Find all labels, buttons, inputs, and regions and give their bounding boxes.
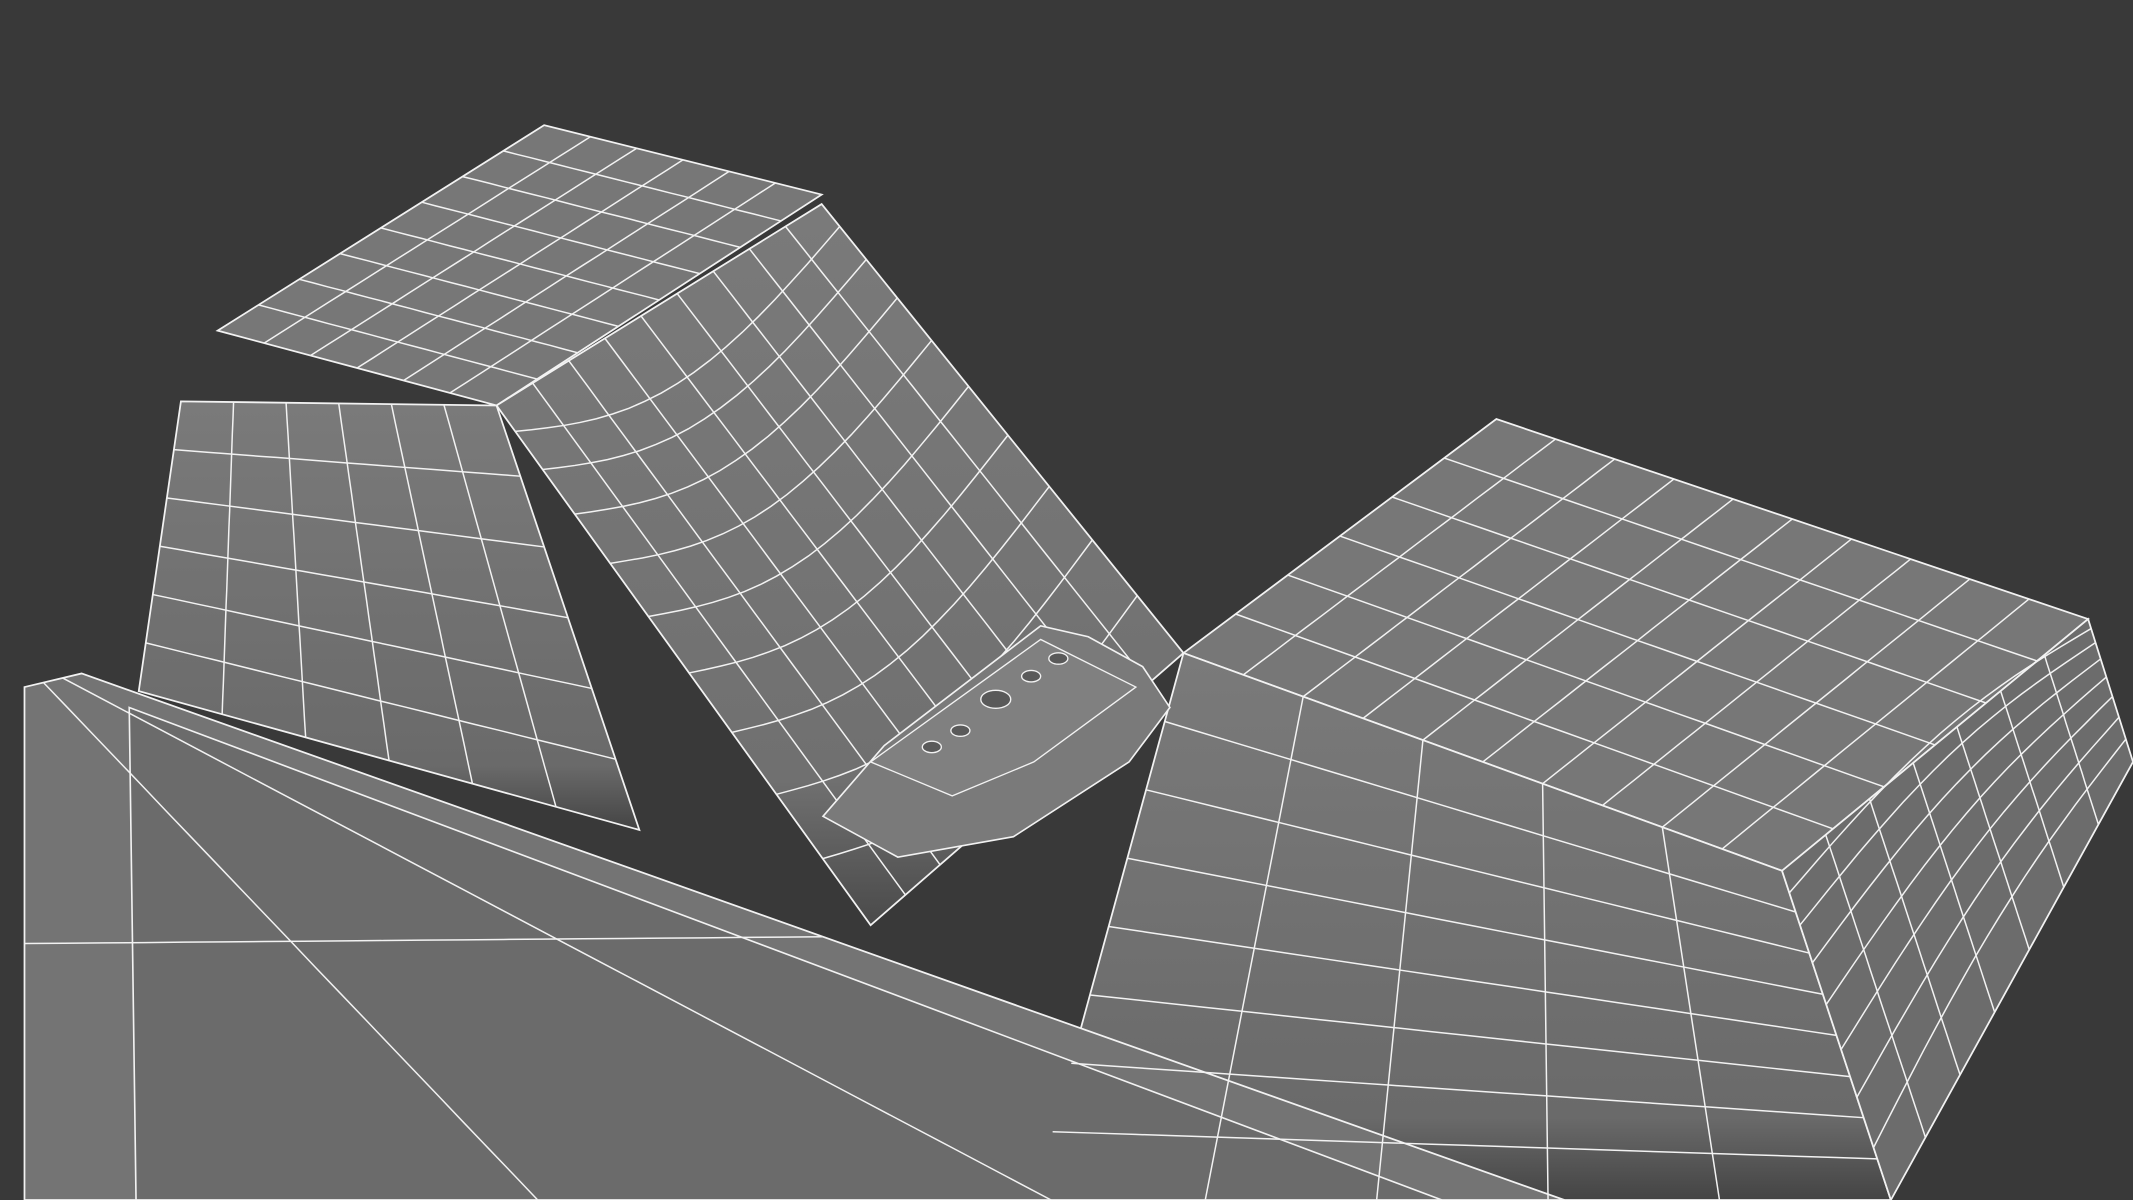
pedestal-hole: [1048, 652, 1069, 665]
pedestal-hole: [1020, 669, 1042, 683]
wireframe-render: [0, 0, 2133, 1200]
pedestal-hole: [921, 740, 943, 754]
pedestal-hole: [980, 689, 1012, 709]
pedestal-hole: [950, 724, 971, 738]
